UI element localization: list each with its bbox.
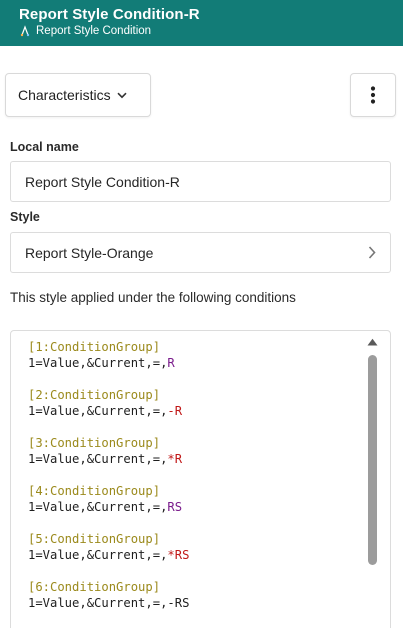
local-name-field[interactable]: Report Style Condition-R xyxy=(10,161,391,202)
condition-operator: * xyxy=(167,452,175,466)
condition-prefix: 1=Value,&Current,=, xyxy=(28,548,168,562)
condition-group-header: [5:ConditionGroup] xyxy=(28,532,161,546)
condition-line: 1=Value,&Current,=,*R xyxy=(28,451,189,467)
subtitle-text: Report Style Condition xyxy=(36,25,152,37)
scroll-up-arrow-icon[interactable] xyxy=(367,338,378,346)
app-header: Report Style Condition-R Report Style Co… xyxy=(0,0,403,46)
condition-value: RS xyxy=(167,500,183,514)
scrollbar-thumb[interactable] xyxy=(368,355,377,565)
condition-prefix: 1=Value,&Current,=, xyxy=(28,596,168,610)
condition-group: [3:ConditionGroup] 1=Value,&Current,=,*R xyxy=(28,435,189,467)
condition-group-header: [1:ConditionGroup] xyxy=(28,340,161,354)
condition-value: R xyxy=(174,404,183,418)
condition-prefix: 1=Value,&Current,=, xyxy=(28,452,168,466)
page-title: Report Style Condition-R xyxy=(19,6,200,23)
condition-value: R xyxy=(174,452,183,466)
local-name-label: Local name xyxy=(10,140,79,154)
conditions-editor[interactable]: [1:ConditionGroup] 1=Value,&Current,=,R … xyxy=(10,330,391,628)
style-label: Style xyxy=(10,210,40,224)
style-value: Report Style-Orange xyxy=(25,244,154,261)
local-name-value: Report Style Condition-R xyxy=(25,173,180,190)
condition-operator: - xyxy=(167,404,175,418)
condition-group: [5:ConditionGroup] 1=Value,&Current,=,*R… xyxy=(28,531,189,563)
more-options-button[interactable] xyxy=(350,73,396,117)
condition-group-header: [2:ConditionGroup] xyxy=(28,388,161,402)
condition-group-header: [3:ConditionGroup] xyxy=(28,436,161,450)
condition-operator: * xyxy=(167,548,175,562)
condition-value: RS xyxy=(174,596,190,610)
condition-group: [4:ConditionGroup] 1=Value,&Current,=,RS xyxy=(28,483,189,515)
condition-group: [2:ConditionGroup] 1=Value,&Current,=,-R xyxy=(28,387,189,419)
page-subtitle: Report Style Condition xyxy=(19,25,151,37)
conditions-code: [1:ConditionGroup] 1=Value,&Current,=,R … xyxy=(28,339,189,627)
condition-group-header: [6:ConditionGroup] xyxy=(28,580,161,594)
kebab-menu-icon xyxy=(370,86,376,104)
chevron-down-icon xyxy=(117,92,127,99)
characteristics-dropdown[interactable]: Characteristics xyxy=(5,73,151,117)
condition-operator: - xyxy=(167,596,175,610)
condition-line: 1=Value,&Current,=,*RS xyxy=(28,547,189,563)
style-selector[interactable]: Report Style-Orange xyxy=(10,232,391,273)
condition-prefix: 1=Value,&Current,=, xyxy=(28,500,168,514)
condition-line: 1=Value,&Current,=,-R xyxy=(28,403,189,419)
condition-group-header: [4:ConditionGroup] xyxy=(28,484,161,498)
condition-line: 1=Value,&Current,=,RS xyxy=(28,499,189,515)
condition-prefix: 1=Value,&Current,=, xyxy=(28,404,168,418)
condition-group: [6:ConditionGroup] 1=Value,&Current,=,-R… xyxy=(28,579,189,611)
condition-prefix: 1=Value,&Current,=, xyxy=(28,356,168,370)
chevron-right-icon xyxy=(368,246,376,259)
conditions-description: This style applied under the following c… xyxy=(10,290,296,305)
condition-line: 1=Value,&Current,=,-RS xyxy=(28,595,189,611)
characteristics-label: Characteristics xyxy=(18,87,111,103)
condition-value: R xyxy=(167,356,175,370)
condition-value: RS xyxy=(174,548,190,562)
condition-line: 1=Value,&Current,=,R xyxy=(28,355,189,371)
condition-icon xyxy=(20,25,30,37)
condition-group: [1:ConditionGroup] 1=Value,&Current,=,R xyxy=(28,339,189,371)
